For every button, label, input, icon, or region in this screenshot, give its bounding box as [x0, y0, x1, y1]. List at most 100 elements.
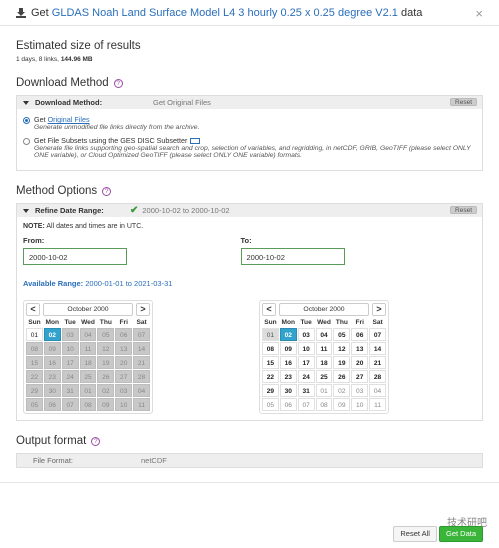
calendar-day[interactable]: 24 — [297, 370, 315, 383]
calendar-day[interactable]: 02 — [279, 328, 297, 341]
output-format-panel: File Format: netCDF — [16, 453, 483, 468]
date-range-header[interactable]: Refine Date Range: ✔ 2000-10-02 to 2000-… — [17, 204, 482, 217]
radio-original-files[interactable] — [23, 117, 30, 124]
option-subsetter[interactable]: Get File Subsets using the GES DISC Subs… — [23, 136, 476, 159]
available-range: Available Range: 2000-01-01 to 2021-03-3… — [23, 279, 476, 288]
calendar-day: 12 — [97, 342, 115, 355]
month-label[interactable]: October 2000 — [43, 303, 133, 316]
estimate-links: 1 days, 8 links, — [16, 56, 61, 63]
calendar-day[interactable]: 16 — [279, 356, 297, 369]
calendar-day: 03 — [61, 328, 79, 341]
calendar-day[interactable]: 22 — [262, 370, 279, 383]
calendar-day[interactable]: 13 — [351, 342, 369, 355]
panel-label: Refine Date Range: — [35, 206, 104, 215]
prev-month-button[interactable]: < — [262, 303, 276, 316]
calendar-day: 13 — [115, 342, 133, 355]
calendar-day: 01 — [79, 384, 97, 397]
calendar-day[interactable]: 14 — [369, 342, 386, 355]
mail-icon[interactable] — [190, 138, 201, 144]
utc-note: NOTE: All dates and times are in UTC. — [23, 223, 476, 230]
calendar-day[interactable]: 26 — [333, 370, 351, 383]
calendar-day: 09 — [43, 342, 61, 355]
panel-label: Download Method: — [35, 98, 103, 107]
weekday-header: Wed — [81, 319, 95, 326]
calendar-day[interactable]: 01 — [315, 384, 333, 397]
calendar-day[interactable]: 02 — [333, 384, 351, 397]
collapse-icon[interactable] — [23, 100, 29, 105]
radio-subsetter[interactable] — [23, 138, 30, 145]
calendar-day[interactable]: 03 — [351, 384, 369, 397]
calendar-day[interactable]: 25 — [315, 370, 333, 383]
close-icon[interactable]: × — [475, 6, 483, 21]
calendar-day[interactable]: 08 — [315, 398, 333, 411]
download-method-title: Download Method? — [16, 77, 483, 89]
next-month-button[interactable]: > — [136, 303, 150, 316]
calendar-day[interactable]: 18 — [315, 356, 333, 369]
calendar-day[interactable]: 23 — [279, 370, 297, 383]
calendar-day[interactable]: 05 — [333, 328, 351, 341]
option-original-files[interactable]: Get Original Files Generate unmodified f… — [23, 115, 476, 131]
weekday-header: Fri — [355, 319, 364, 326]
calendar-day[interactable]: 07 — [297, 398, 315, 411]
help-icon[interactable]: ? — [102, 187, 112, 196]
calendar-day[interactable]: 04 — [315, 328, 333, 341]
dataset-link[interactable]: GLDAS Noah Land Surface Model L4 3 hourl… — [52, 7, 398, 19]
from-date-input[interactable]: 2000-10-02 — [23, 248, 127, 265]
help-icon[interactable]: ? — [91, 437, 101, 446]
prev-month-button[interactable]: < — [26, 303, 40, 316]
original-files-link[interactable]: Original Files — [48, 115, 90, 124]
calendar-day: 15 — [26, 356, 43, 369]
calendar-day[interactable]: 09 — [333, 398, 351, 411]
collapse-icon[interactable] — [23, 208, 29, 213]
reset-button[interactable]: Reset — [450, 206, 477, 214]
calendar-day[interactable]: 30 — [279, 384, 297, 397]
calendar-day[interactable]: 12 — [333, 342, 351, 355]
from-calendar: < October 2000 > Sun Mon Tue Wed Thu Fri Sat 01… — [23, 300, 153, 414]
weekday-header: Sat — [372, 319, 383, 326]
download-method-header[interactable]: Download Method: Get Original Files Rese… — [17, 96, 482, 109]
output-format-header[interactable]: File Format: netCDF — [17, 454, 482, 467]
calendar-day: 05 — [97, 328, 115, 341]
date-range-panel: Refine Date Range: ✔ 2000-10-02 to 2000-… — [16, 203, 483, 421]
calendar-day[interactable]: 27 — [351, 370, 369, 383]
calendar-day: 20 — [115, 356, 133, 369]
calendar-day[interactable]: 21 — [369, 356, 386, 369]
calendar-day: 08 — [26, 342, 43, 355]
calendar-day[interactable]: 11 — [315, 342, 333, 355]
reset-all-button[interactable]: Reset All — [393, 526, 437, 542]
calendar-day: 28 — [133, 370, 150, 383]
calendar-day[interactable]: 31 — [297, 384, 315, 397]
calendar-day[interactable]: 10 — [297, 342, 315, 355]
calendar-day: 07 — [133, 328, 150, 341]
get-data-button[interactable]: Get Data — [438, 526, 483, 542]
calendar-day[interactable]: 01 — [26, 328, 43, 341]
calendar-day[interactable]: 06 — [279, 398, 297, 411]
calendar-day: 04 — [133, 384, 150, 397]
calendar-day[interactable]: 15 — [262, 356, 279, 369]
note-label: NOTE: — [23, 223, 45, 230]
next-month-button[interactable]: > — [372, 303, 386, 316]
calendar-day: 31 — [61, 384, 79, 397]
calendar-day[interactable]: 17 — [297, 356, 315, 369]
month-label[interactable]: October 2000 — [279, 303, 369, 316]
calendar-day[interactable]: 07 — [369, 328, 386, 341]
calendar-day[interactable]: 10 — [351, 398, 369, 411]
calendar-day: 26 — [97, 370, 115, 383]
calendar-day[interactable]: 28 — [369, 370, 386, 383]
calendar-day: 10 — [115, 398, 133, 411]
calendar-day: 23 — [43, 370, 61, 383]
calendar-day[interactable]: 29 — [262, 384, 279, 397]
calendar-day[interactable]: 09 — [279, 342, 297, 355]
calendar-day[interactable]: 02 — [43, 328, 61, 341]
calendar-day[interactable]: 19 — [333, 356, 351, 369]
calendar-day[interactable]: 03 — [297, 328, 315, 341]
reset-button[interactable]: Reset — [450, 98, 477, 106]
calendar-day[interactable]: 20 — [351, 356, 369, 369]
calendar-day[interactable]: 04 — [369, 384, 386, 397]
calendar-day[interactable]: 11 — [369, 398, 386, 411]
to-date-input[interactable]: 2000-10-02 — [240, 248, 345, 265]
calendar-day[interactable]: 08 — [262, 342, 279, 355]
help-icon[interactable]: ? — [113, 79, 123, 88]
calendar-day[interactable]: 05 — [262, 398, 279, 411]
calendar-day[interactable]: 06 — [351, 328, 369, 341]
